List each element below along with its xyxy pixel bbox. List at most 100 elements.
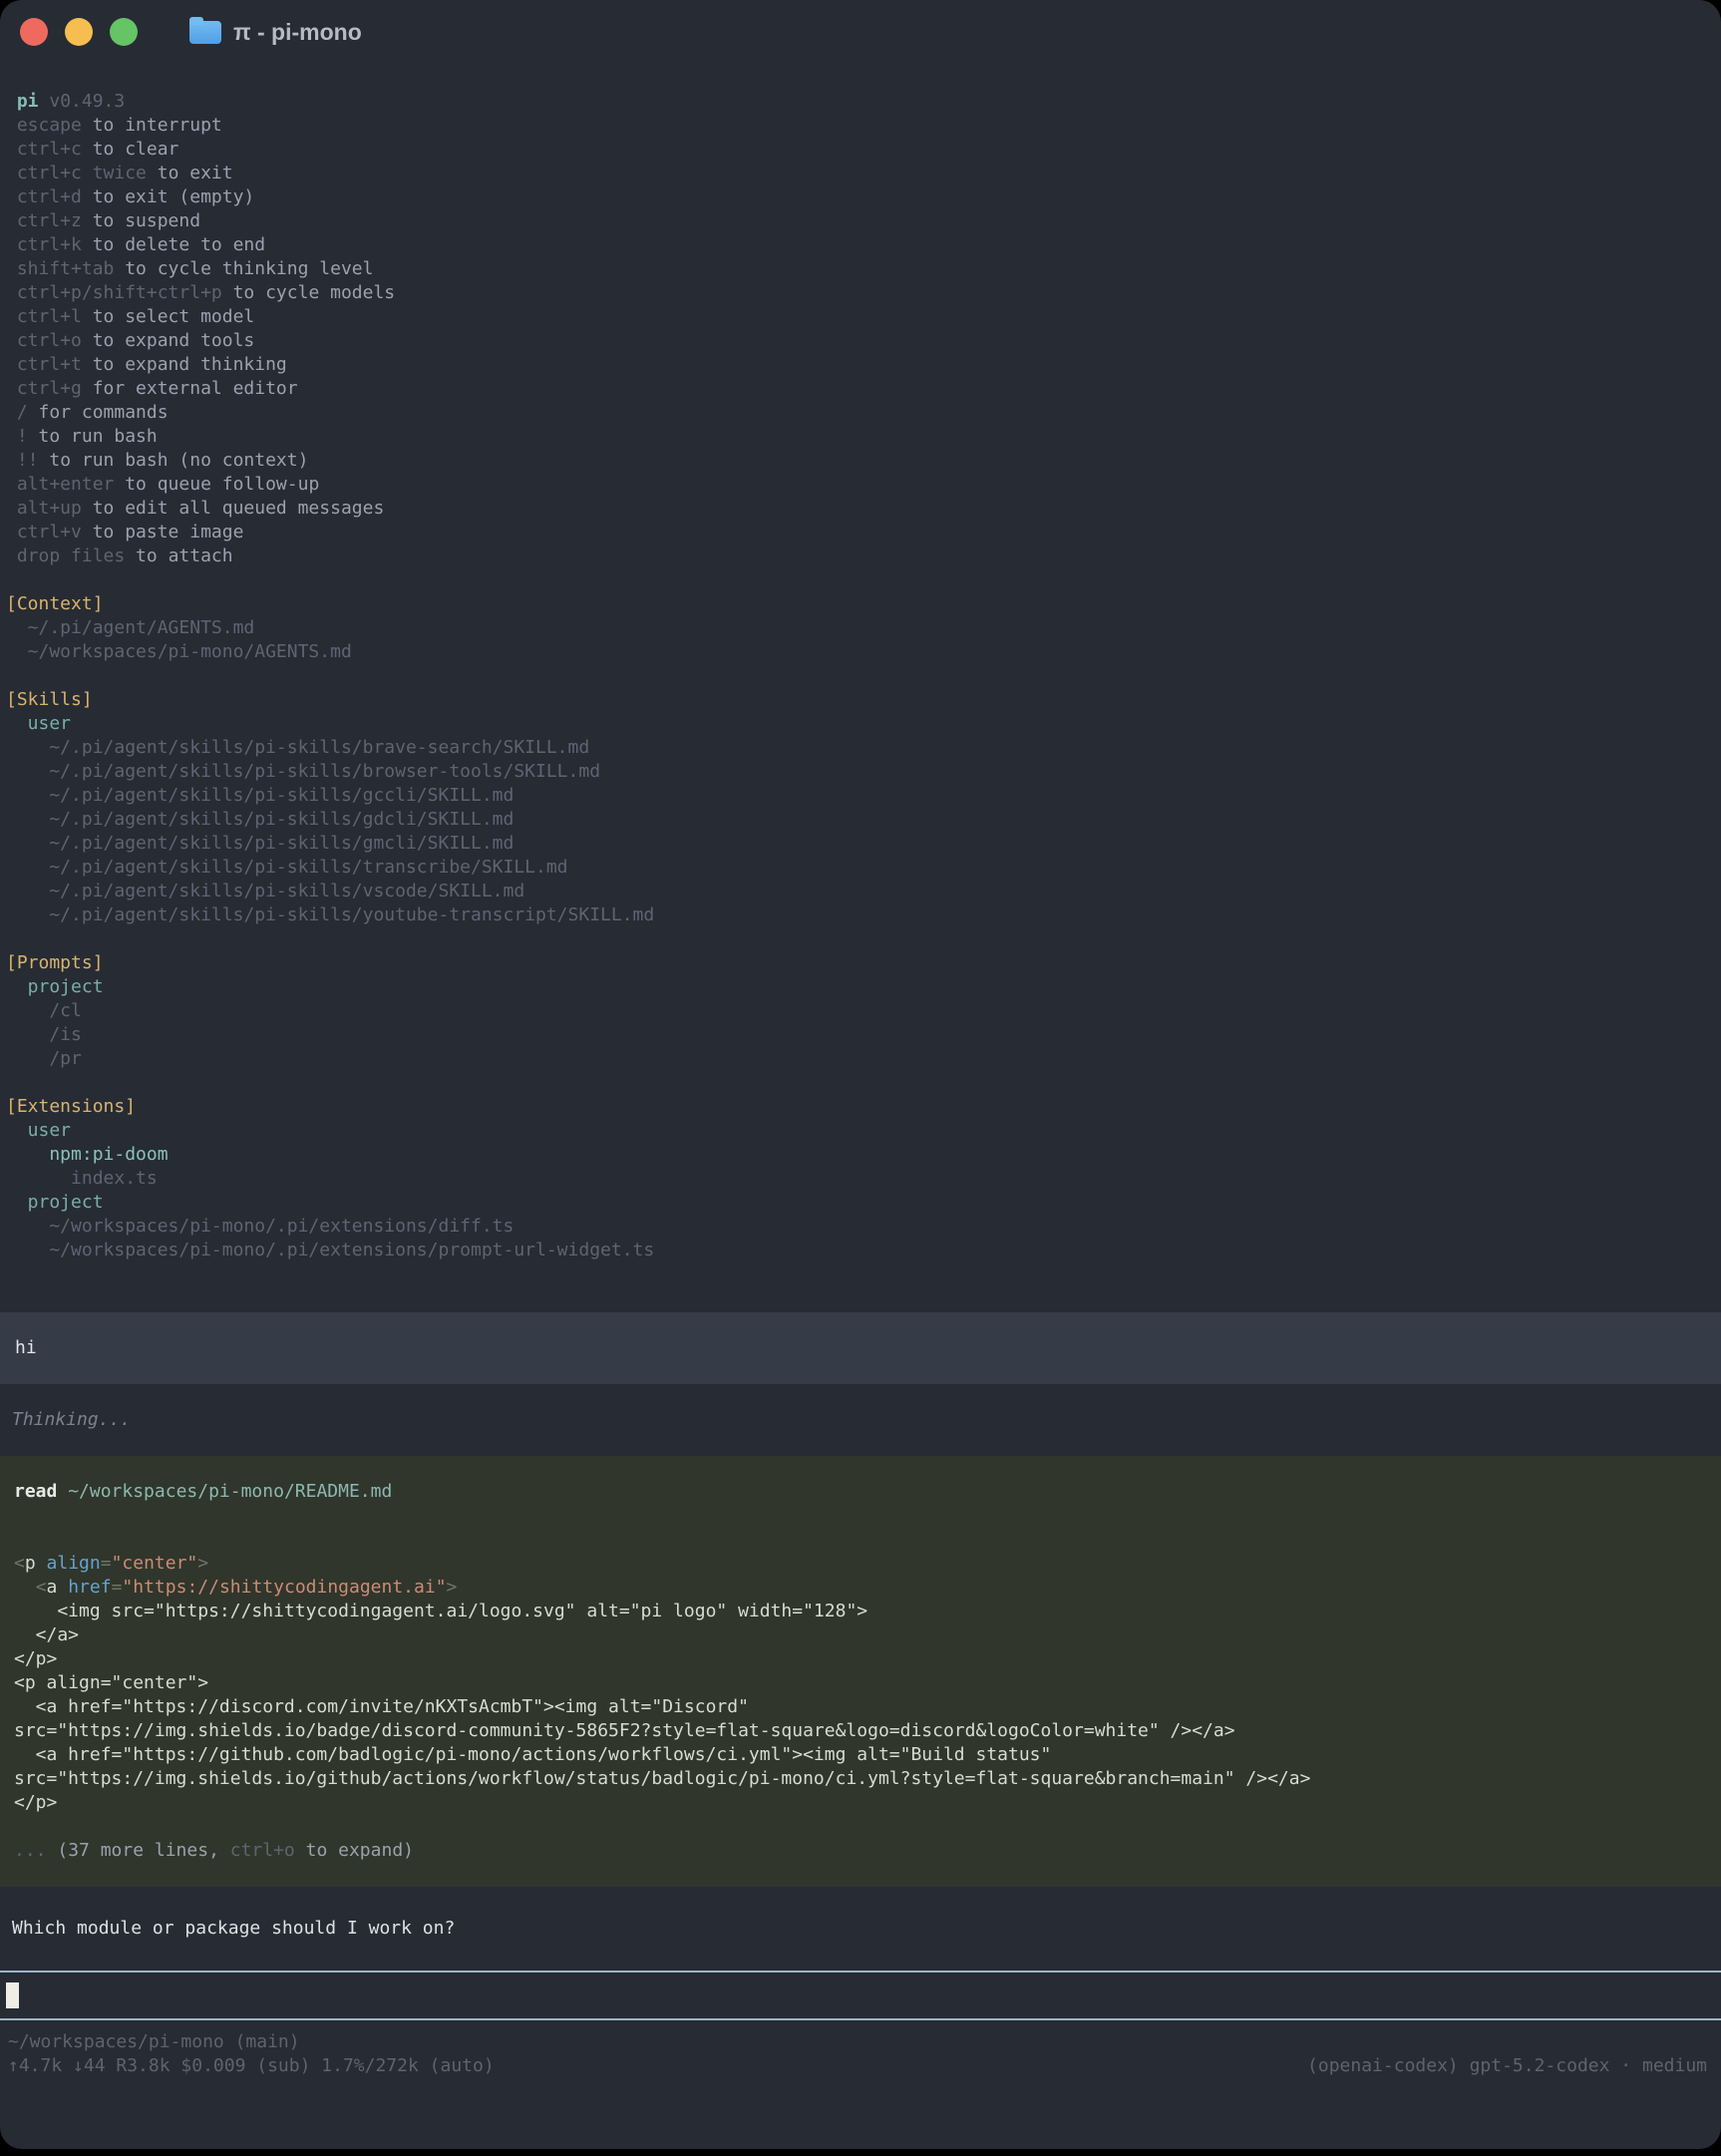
terminal-line: ctrl+c twice to exit [6,162,1721,185]
terminal-line [6,568,1721,592]
terminal-line-segment: ~/workspaces/pi-mono/.pi/extensions/prom… [6,1240,654,1260]
terminal-line-segment: escape [6,115,82,136]
code-line-segment: src="https://img.shields.io/github/actio… [14,1768,1310,1789]
terminal-line: /is [6,1023,1721,1047]
code-line-segment: = [101,1553,112,1574]
terminal-startup-lines: pi v0.49.3 escape to interrupt ctrl+c to… [0,90,1721,1262]
zoom-button[interactable] [110,18,138,46]
working-directory: ~/workspaces/pi-mono (main) [8,2030,300,2054]
code-line-segment: <a href="https://github.com/badlogic/pi-… [14,1744,1051,1765]
terminal-line-segment: to delete to end [82,234,265,255]
terminal-line-segment: shift+tab [6,258,114,279]
code-line-segment: </p> [14,1648,57,1669]
title-group: π - pi-mono [189,19,362,46]
terminal-line: ctrl+k to delete to end [6,233,1721,257]
text-cursor [6,1982,19,2008]
terminal-line-segment: to run bash [28,426,158,447]
terminal-line-segment: ~/.pi/agent/skills/pi-skills/gmcli/SKILL… [6,833,514,854]
window-title: π - pi-mono [233,19,362,46]
terminal-line-segment: ctrl+t [6,354,82,375]
terminal-line: ~/.pi/agent/skills/pi-skills/vscode/SKIL… [6,880,1721,903]
tool-call-block: read ~/workspaces/pi-mono/README.md <p a… [0,1456,1721,1887]
tool-truncation: ... (37 more lines, ctrl+o to expand) [14,1839,1707,1863]
terminal-line-segment: ctrl+z [6,210,82,231]
folder-icon [189,21,221,44]
code-line: </p> [14,1647,1707,1671]
user-message: hi [0,1312,1721,1384]
terminal-line: ctrl+p/shift+ctrl+p to cycle models [6,281,1721,305]
terminal-line: /pr [6,1047,1721,1071]
terminal-line-segment: ctrl+l [6,306,82,327]
terminal-line-segment: to expand thinking [82,354,287,375]
terminal-line: [Skills] [6,688,1721,712]
code-line-segment: align [47,1553,101,1574]
terminal-line-segment: [Extensions] [6,1096,136,1117]
code-line: <img src="https://shittycodingagent.ai/l… [14,1600,1707,1623]
terminal-line-segment: ctrl+v [6,522,82,542]
terminal-line: ~/.pi/agent/skills/pi-skills/brave-searc… [6,736,1721,760]
terminal-line-segment: to run bash (no context) [39,450,309,471]
terminal-line-segment: ~/.pi/agent/skills/pi-skills/browser-too… [6,761,600,782]
code-line: <p align="center"> [14,1552,1707,1576]
terminal-line: shift+tab to cycle thinking level [6,257,1721,281]
token-usage: ↑4.7k ↓44 R3.8k $0.009 (sub) 1.7%/272k (… [8,2054,495,2078]
terminal-line-segment: to attach [125,545,232,566]
terminal-line: pi v0.49.3 [6,90,1721,114]
code-line-segment: < [14,1553,25,1574]
status-bar: ~/workspaces/pi-mono (main) ↑4.7k ↓44 R3… [0,2020,1721,2078]
terminal-line: / for commands [6,401,1721,425]
terminal-line: ctrl+d to exit (empty) [6,185,1721,209]
model-indicator: (openai-codex) gpt-5.2-codex · medium [1307,2054,1707,2078]
code-line-segment: a [47,1577,58,1598]
terminal-line-segment: to edit all queued messages [82,498,384,519]
terminal-line-segment: project [6,976,104,997]
terminal-line-segment: ~/workspaces/pi-mono/.pi/extensions/diff… [6,1216,514,1237]
terminal-line-segment: to cycle thinking level [114,258,373,279]
terminal-line [6,1071,1721,1095]
tool-name: read [14,1481,57,1502]
code-line-segment [36,1553,47,1574]
terminal-line-segment: to queue follow-up [114,474,319,495]
terminal-line-segment: ~/.pi/agent/skills/pi-skills/gdcli/SKILL… [6,809,514,830]
code-line-segment: <img src="https://shittycodingagent.ai/l… [14,1601,867,1621]
terminal-line-segment: drop files [6,545,125,566]
terminal-line-segment: ~/.pi/agent/AGENTS.md [6,617,254,638]
code-line-segment: > [197,1553,208,1574]
terminal-line-segment: ctrl+o [6,330,82,351]
terminal-line: index.ts [6,1167,1721,1191]
terminal-line: escape to interrupt [6,114,1721,138]
code-line: </p> [14,1791,1707,1815]
terminal-line-segment: [Prompts] [6,952,104,973]
terminal-window: π - pi-mono pi v0.49.3 escape to interru… [0,0,1721,2149]
code-line-segment: <a href="https://discord.com/invite/nKXT… [14,1696,749,1717]
terminal-line: /cl [6,999,1721,1023]
code-line-segment: </p> [14,1792,57,1813]
terminal-line: ctrl+v to paste image [6,521,1721,544]
terminal-content: pi v0.49.3 escape to interrupt ctrl+c to… [0,64,1721,2078]
terminal-line: ctrl+l to select model [6,305,1721,329]
terminal-line-segment: ctrl+c [6,139,82,160]
minimize-button[interactable] [65,18,93,46]
terminal-line: ~/.pi/agent/skills/pi-skills/transcribe/… [6,856,1721,880]
terminal-line-segment: /cl [6,1000,82,1021]
code-line-segment [14,1577,36,1598]
terminal-line-segment: for commands [28,402,169,423]
code-line-segment: src="https://img.shields.io/badge/discor… [14,1720,1235,1741]
terminal-line-segment: ~/.pi/agent/skills/pi-skills/gccli/SKILL… [6,785,514,806]
status-row-1: ~/workspaces/pi-mono (main) [8,2030,1707,2054]
terminal-line: ~/.pi/agent/skills/pi-skills/gmcli/SKILL… [6,832,1721,856]
terminal-line-segment: ~/workspaces/pi-mono/AGENTS.md [6,641,352,662]
terminal-line-segment: to select model [82,306,254,327]
terminal-line-segment: alt+up [6,498,82,519]
terminal-line-segment: user [6,1120,71,1141]
prompt-input[interactable] [0,1971,1721,2020]
truncation-line-segment: (37 more lines, [47,1840,230,1861]
terminal-line-segment: to clear [82,139,179,160]
terminal-line: ! to run bash [6,425,1721,449]
terminal-line-segment: for external editor [82,378,298,399]
terminal-line-segment: ~/.pi/agent/skills/pi-skills/brave-searc… [6,737,589,758]
terminal-line-segment: ctrl+g [6,378,82,399]
terminal-line-segment: to exit [147,163,233,183]
code-line-segment: > [447,1577,458,1598]
close-button[interactable] [20,18,48,46]
